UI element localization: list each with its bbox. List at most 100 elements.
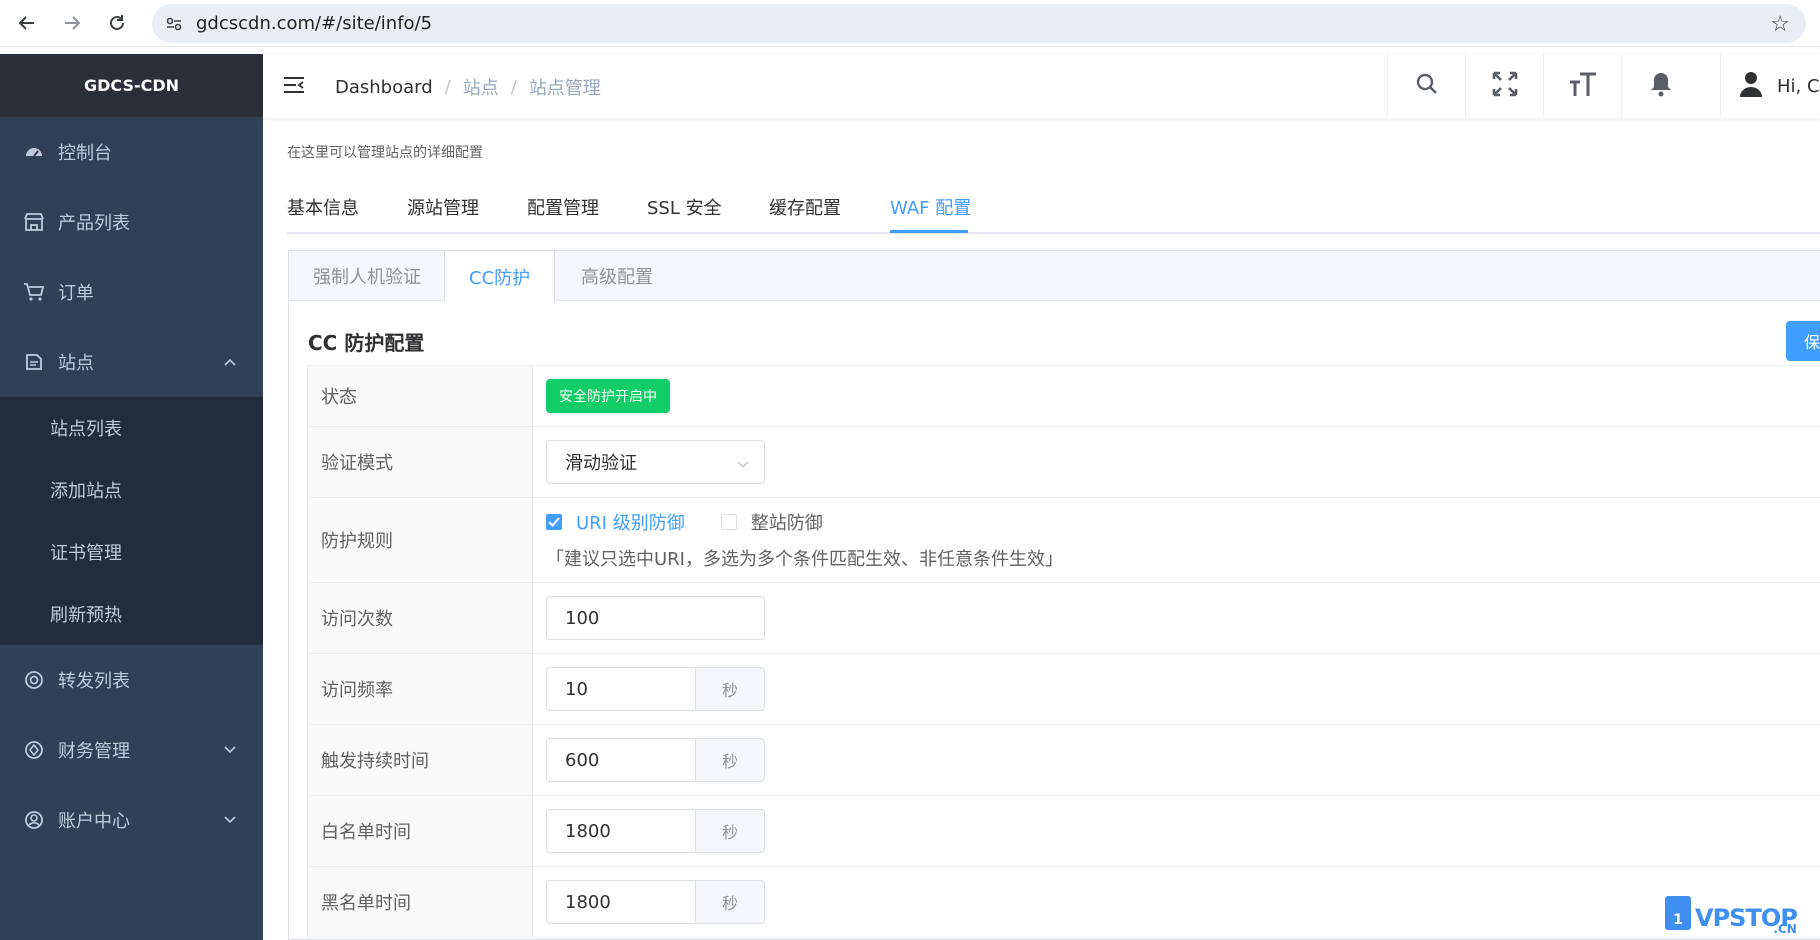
watermark-logo-icon: 1 — [1665, 896, 1691, 930]
reload-icon[interactable] — [104, 10, 130, 36]
sidebar-item-products[interactable]: 产品列表 — [0, 187, 263, 257]
row-label: 防护规则 — [307, 498, 533, 582]
unit-seconds: 秒 — [696, 667, 765, 711]
frequency-input[interactable]: 10 — [546, 667, 696, 711]
sidebar-item-dashboard[interactable]: 控制台 — [0, 117, 263, 187]
header-search[interactable] — [1387, 54, 1465, 118]
user-menu[interactable]: Hi, Ces — [1720, 54, 1820, 118]
sidebar-item-forwarding[interactable]: 转发列表 — [0, 645, 263, 715]
user-greeting[interactable]: Hi, Ces — [1777, 76, 1820, 97]
site-submenu: 站点列表 添加站点 证书管理 刷新预热 — [0, 397, 263, 645]
chevron-down-icon — [736, 455, 750, 476]
top-header: Dashboard / 站点 / 站点管理 Hi, Ces — [263, 54, 1820, 118]
url-text: gdcscdn.com/#/site/info/5 — [196, 13, 433, 34]
tab-ssl[interactable]: SSL 安全 — [647, 194, 722, 234]
blacklist-input[interactable]: 1800 — [546, 880, 696, 924]
sidebar-item-label: 账户中心 — [58, 811, 130, 832]
row-label: 状态 — [307, 366, 533, 426]
text-size-icon[interactable] — [1568, 70, 1598, 102]
sidebar-item-account[interactable]: 账户中心 — [0, 785, 263, 855]
select-value: 滑动验证 — [565, 453, 637, 474]
header-fullscreen[interactable] — [1465, 54, 1543, 118]
tab-basic-info[interactable]: 基本信息 — [287, 194, 359, 234]
address-bar[interactable]: gdcscdn.com/#/site/info/5 ☆ — [152, 4, 1806, 43]
row-verify-mode: 验证模式 滑动验证 — [307, 427, 1820, 498]
header-notifications[interactable] — [1621, 54, 1699, 118]
row-protection-rules: 防护规则 URI 级别防御 整站防御 「建议只选中URI，多选为多个条件匹配生效… — [307, 498, 1820, 583]
frequency-input-group: 10 秒 — [546, 667, 765, 711]
row-frequency: 访问频率 10 秒 — [307, 654, 1820, 725]
chevron-down-icon — [223, 809, 237, 830]
uri-defense-label[interactable]: URI 级别防御 — [576, 509, 685, 535]
submenu-site-list[interactable]: 站点列表 — [0, 397, 263, 459]
tab-cache[interactable]: 缓存配置 — [769, 194, 841, 234]
row-whitelist: 白名单时间 1800 秒 — [307, 796, 1820, 867]
rule-checkboxes: URI 级别防御 整站防御 — [546, 509, 823, 535]
sidebar-item-label: 产品列表 — [58, 213, 130, 234]
back-arrow-icon[interactable] — [14, 10, 40, 36]
tab-origin[interactable]: 源站管理 — [407, 194, 479, 234]
row-label: 触发持续时间 — [307, 725, 533, 795]
row-status: 状态 安全防护开启中 — [307, 366, 1820, 427]
row-label: 白名单时间 — [307, 796, 533, 866]
breadcrumb-site: 站点 — [462, 78, 499, 99]
row-label: 访问次数 — [307, 583, 533, 653]
row-duration: 触发持续时间 600 秒 — [307, 725, 1820, 796]
submenu-add-site[interactable]: 添加站点 — [0, 459, 263, 521]
site-defense-checkbox[interactable] — [720, 514, 737, 530]
whitelist-input-group: 1800 秒 — [546, 809, 765, 853]
submenu-certificates[interactable]: 证书管理 — [0, 521, 263, 583]
sidebar-item-finance[interactable]: 财务管理 — [0, 715, 263, 785]
forward-arrow-icon[interactable] — [59, 10, 85, 36]
sidebar: GDCS-CDN 控制台 产品列表 订单 站点 站点列表 添加站点 证书管理 刷… — [0, 54, 263, 940]
save-button[interactable]: 保 — [1786, 321, 1820, 361]
main-tabs: 基本信息 源站管理 配置管理 SSL 安全 缓存配置 WAF 配置 — [287, 194, 1820, 234]
site-info-icon[interactable] — [160, 10, 188, 38]
search-icon[interactable] — [1415, 72, 1439, 100]
visits-input[interactable]: 100 — [546, 596, 765, 640]
duration-input[interactable]: 600 — [546, 738, 696, 782]
subtab-advanced[interactable]: 高级配置 — [557, 251, 677, 301]
breadcrumb-dashboard[interactable]: Dashboard — [335, 77, 433, 98]
sidebar-item-label: 控制台 — [58, 143, 112, 164]
chevron-up-icon — [223, 351, 237, 372]
user-icon[interactable] — [1739, 71, 1763, 101]
cc-config-table: 状态 安全防护开启中 验证模式 滑动验证 防护规则 URI 级别防御 整站防御 … — [307, 365, 1820, 938]
hamburger-menu-icon[interactable] — [283, 75, 305, 99]
tab-waf[interactable]: WAF 配置 — [890, 194, 971, 234]
rule-hint: 「建议只选中URI，多选为多个条件匹配生效、非任意条件生效」 — [546, 549, 1063, 570]
site-icon — [22, 350, 46, 374]
site-defense-label[interactable]: 整站防御 — [751, 509, 823, 535]
subtab-cc-protection[interactable]: CC防护 — [444, 251, 556, 302]
subtab-captcha[interactable]: 强制人机验证 — [289, 251, 445, 301]
waf-sub-tabs: 强制人机验证 CC防护 高级配置 — [289, 251, 1820, 302]
unit-seconds: 秒 — [696, 809, 765, 853]
account-icon — [22, 808, 46, 832]
sidebar-item-label: 订单 — [58, 283, 94, 304]
chevron-down-icon — [223, 739, 237, 760]
row-label: 访问频率 — [307, 654, 533, 724]
tab-config[interactable]: 配置管理 — [527, 194, 599, 234]
browser-toolbar: gdcscdn.com/#/site/info/5 ☆ — [0, 0, 1820, 47]
header-font-size[interactable] — [1543, 54, 1621, 118]
active-tab-indicator — [890, 230, 968, 233]
cart-icon — [22, 280, 46, 304]
sidebar-item-orders[interactable]: 订单 — [0, 257, 263, 327]
uri-defense-checkbox[interactable] — [546, 514, 562, 530]
bell-icon[interactable] — [1649, 71, 1673, 101]
submenu-cache-refresh[interactable]: 刷新预热 — [0, 583, 263, 645]
sidebar-item-sites[interactable]: 站点 — [0, 327, 263, 397]
shop-icon — [22, 210, 46, 234]
unit-seconds: 秒 — [696, 738, 765, 782]
sidebar-item-label: 转发列表 — [58, 671, 130, 692]
fullscreen-icon[interactable] — [1491, 70, 1519, 102]
dashboard-icon — [22, 140, 46, 164]
whitelist-input[interactable]: 1800 — [546, 809, 696, 853]
breadcrumb-separator: / — [444, 76, 451, 98]
bookmark-star-icon[interactable]: ☆ — [1770, 12, 1790, 37]
waf-card: 强制人机验证 CC防护 高级配置 CC 防护配置 保 状态 安全防护开启中 验证… — [288, 250, 1820, 940]
row-label: 验证模式 — [307, 427, 533, 497]
row-blacklist: 黑名单时间 1800 秒 — [307, 867, 1820, 938]
forward-icon — [22, 668, 46, 692]
verify-mode-select[interactable]: 滑动验证 — [546, 440, 765, 484]
